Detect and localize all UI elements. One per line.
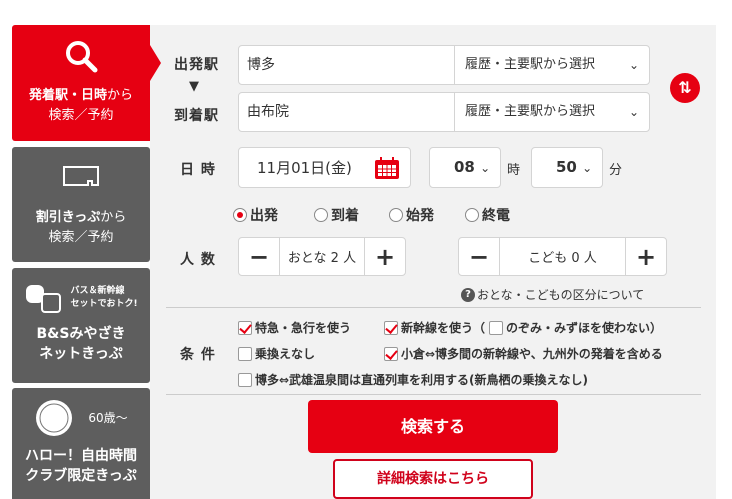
ticket-icon bbox=[63, 166, 99, 186]
promo-badge: バス＆新幹線 セットでおトク! bbox=[70, 286, 138, 309]
child-plus-button[interactable]: + bbox=[626, 238, 666, 275]
to-station-input[interactable]: 由布院 bbox=[239, 93, 454, 131]
age-category-help-link[interactable]: ? おとな・こどもの区分について bbox=[461, 286, 644, 303]
checkbox[interactable] bbox=[384, 346, 398, 361]
to-station-field: 由布院 履歴・主要駅から選択 ⌄ bbox=[238, 92, 650, 132]
minute-select[interactable]: 50 ⌄ bbox=[531, 147, 603, 188]
tab-label2: クラブ限定きっぷ bbox=[25, 468, 137, 484]
radio-arrival[interactable]: 到着 bbox=[314, 204, 359, 225]
hour-unit: 時 bbox=[507, 163, 521, 178]
club-logo-icon bbox=[36, 400, 73, 436]
radio-button[interactable] bbox=[314, 207, 328, 222]
tab-label2: 検索／予約 bbox=[48, 230, 114, 245]
tab-bs-miyazaki[interactable]: バス＆新幹線 セットでおトク! B&Sみやざき ネットきっぷ bbox=[12, 268, 150, 383]
from-label: 出発駅 bbox=[174, 57, 219, 73]
checkbox-label: のぞみ・みずほを使わない） bbox=[506, 321, 663, 335]
condition-shinkansen[interactable]: 新幹線を使う（ bbox=[384, 317, 485, 336]
chevron-down-icon: ⌄ bbox=[628, 58, 639, 72]
radio-first-train[interactable]: 始発 bbox=[389, 204, 434, 225]
swap-stations-button[interactable]: ⇅ bbox=[670, 73, 700, 103]
checkbox-label: 博多⇔武雄温泉間は直通列車を利用する(新鳥栖の乗換えなし) bbox=[255, 373, 589, 387]
down-arrow-icon: ▼ bbox=[189, 79, 199, 94]
tab-label: B&Sみやざき bbox=[36, 326, 126, 342]
people-label: 人 数 bbox=[180, 252, 216, 268]
divider bbox=[166, 394, 701, 395]
adult-count: おとな 2 人 bbox=[279, 238, 365, 275]
radio-last-train[interactable]: 終電 bbox=[465, 204, 510, 225]
divider bbox=[166, 307, 701, 308]
date-value: 11月01日(金) bbox=[257, 159, 352, 177]
radio-departure[interactable]: 出発 bbox=[233, 204, 278, 225]
from-station-field: 博多 履歴・主要駅から選択 ⌄ bbox=[238, 45, 650, 85]
from-history-select[interactable]: 履歴・主要駅から選択 ⌄ bbox=[454, 46, 649, 84]
radio-label: 始発 bbox=[406, 207, 434, 224]
to-history-select[interactable]: 履歴・主要駅から選択 ⌄ bbox=[454, 93, 649, 131]
help-icon: ? bbox=[461, 287, 475, 302]
tab-label-suffix: から bbox=[107, 88, 134, 103]
train-bus-icon bbox=[26, 285, 62, 313]
adult-minus-button[interactable]: − bbox=[239, 238, 279, 275]
checkbox[interactable] bbox=[238, 346, 252, 361]
tab-label2: 検索／予約 bbox=[48, 108, 114, 123]
radio-label: 出発 bbox=[250, 207, 278, 224]
checkbox[interactable] bbox=[489, 320, 503, 335]
condition-no-transfer[interactable]: 乗換えなし bbox=[238, 343, 315, 362]
child-count: こども 0 人 bbox=[499, 238, 626, 275]
help-text: おとな・こどもの区分について bbox=[477, 288, 645, 302]
tab-label2: ネットきっぷ bbox=[39, 346, 123, 362]
hour-select[interactable]: 08 ⌄ bbox=[429, 147, 501, 188]
checkbox[interactable] bbox=[238, 372, 252, 387]
calendar-icon bbox=[375, 156, 399, 179]
select-label: 履歴・主要駅から選択 bbox=[465, 57, 596, 72]
search-icon bbox=[66, 41, 98, 73]
swap-icon: ⇅ bbox=[678, 78, 692, 97]
checkbox-label: 特急・急行を使う bbox=[255, 321, 352, 335]
condition-kokura-hakata[interactable]: 小倉⇔博多間の新幹線や、九州外の発着を含める bbox=[384, 343, 663, 362]
tab-label-suffix: から bbox=[100, 210, 127, 225]
to-label: 到着駅 bbox=[174, 108, 219, 124]
active-tab-arrow bbox=[150, 45, 161, 81]
datetime-label: 日 時 bbox=[180, 162, 216, 178]
adult-plus-button[interactable]: + bbox=[365, 238, 405, 275]
radio-button[interactable] bbox=[233, 207, 247, 222]
condition-limited-express[interactable]: 特急・急行を使う bbox=[238, 317, 351, 336]
tab-discount-ticket[interactable]: 割引きっぷから 検索／予約 bbox=[12, 147, 150, 262]
tab-label: ハロー！自由時間 bbox=[25, 448, 137, 464]
checkbox-label: 乗換えなし bbox=[255, 347, 316, 361]
minute-value: 50 bbox=[556, 158, 577, 176]
checkbox[interactable] bbox=[384, 320, 398, 335]
tab-hello-free-time[interactable]: 60歳～ ハロー！自由時間 クラブ限定きっぷ bbox=[12, 388, 150, 499]
select-label: 履歴・主要駅から選択 bbox=[465, 104, 596, 119]
conditions-label: 条 件 bbox=[180, 347, 216, 363]
condition-no-nozomi[interactable]: のぞみ・みずほを使わない） bbox=[489, 317, 662, 336]
minute-unit: 分 bbox=[609, 163, 623, 178]
checkbox-label: 小倉⇔博多間の新幹線や、九州外の発着を含める bbox=[401, 347, 663, 361]
age-badge: 60歳～ bbox=[88, 411, 128, 425]
tab-label: 発着駅・日時 bbox=[28, 88, 107, 103]
date-field[interactable]: 11月01日(金) bbox=[238, 147, 411, 188]
search-button[interactable]: 検索する bbox=[308, 400, 558, 453]
radio-button[interactable] bbox=[465, 207, 479, 222]
radio-button[interactable] bbox=[389, 207, 403, 222]
condition-direct-train[interactable]: 博多⇔武雄温泉間は直通列車を利用する(新鳥栖の乗換えなし) bbox=[238, 369, 588, 388]
child-minus-button[interactable]: − bbox=[459, 238, 499, 275]
tab-station-datetime[interactable]: 発着駅・日時から 検索／予約 bbox=[12, 25, 150, 141]
radio-label: 終電 bbox=[482, 207, 510, 224]
chevron-down-icon: ⌄ bbox=[480, 161, 491, 175]
checkbox-label: 新幹線を使う（ bbox=[401, 321, 486, 335]
from-station-input[interactable]: 博多 bbox=[239, 46, 454, 84]
chevron-down-icon: ⌄ bbox=[628, 105, 639, 119]
child-stepper: − こども 0 人 + bbox=[458, 237, 667, 276]
radio-label: 到着 bbox=[331, 207, 359, 224]
chevron-down-icon: ⌄ bbox=[582, 161, 593, 175]
hour-value: 08 bbox=[454, 158, 475, 176]
detailed-search-button[interactable]: 詳細検索はこちら bbox=[333, 459, 533, 499]
checkbox[interactable] bbox=[238, 320, 252, 335]
tab-label: 割引きっぷ bbox=[35, 210, 101, 225]
adult-stepper: − おとな 2 人 + bbox=[238, 237, 406, 276]
